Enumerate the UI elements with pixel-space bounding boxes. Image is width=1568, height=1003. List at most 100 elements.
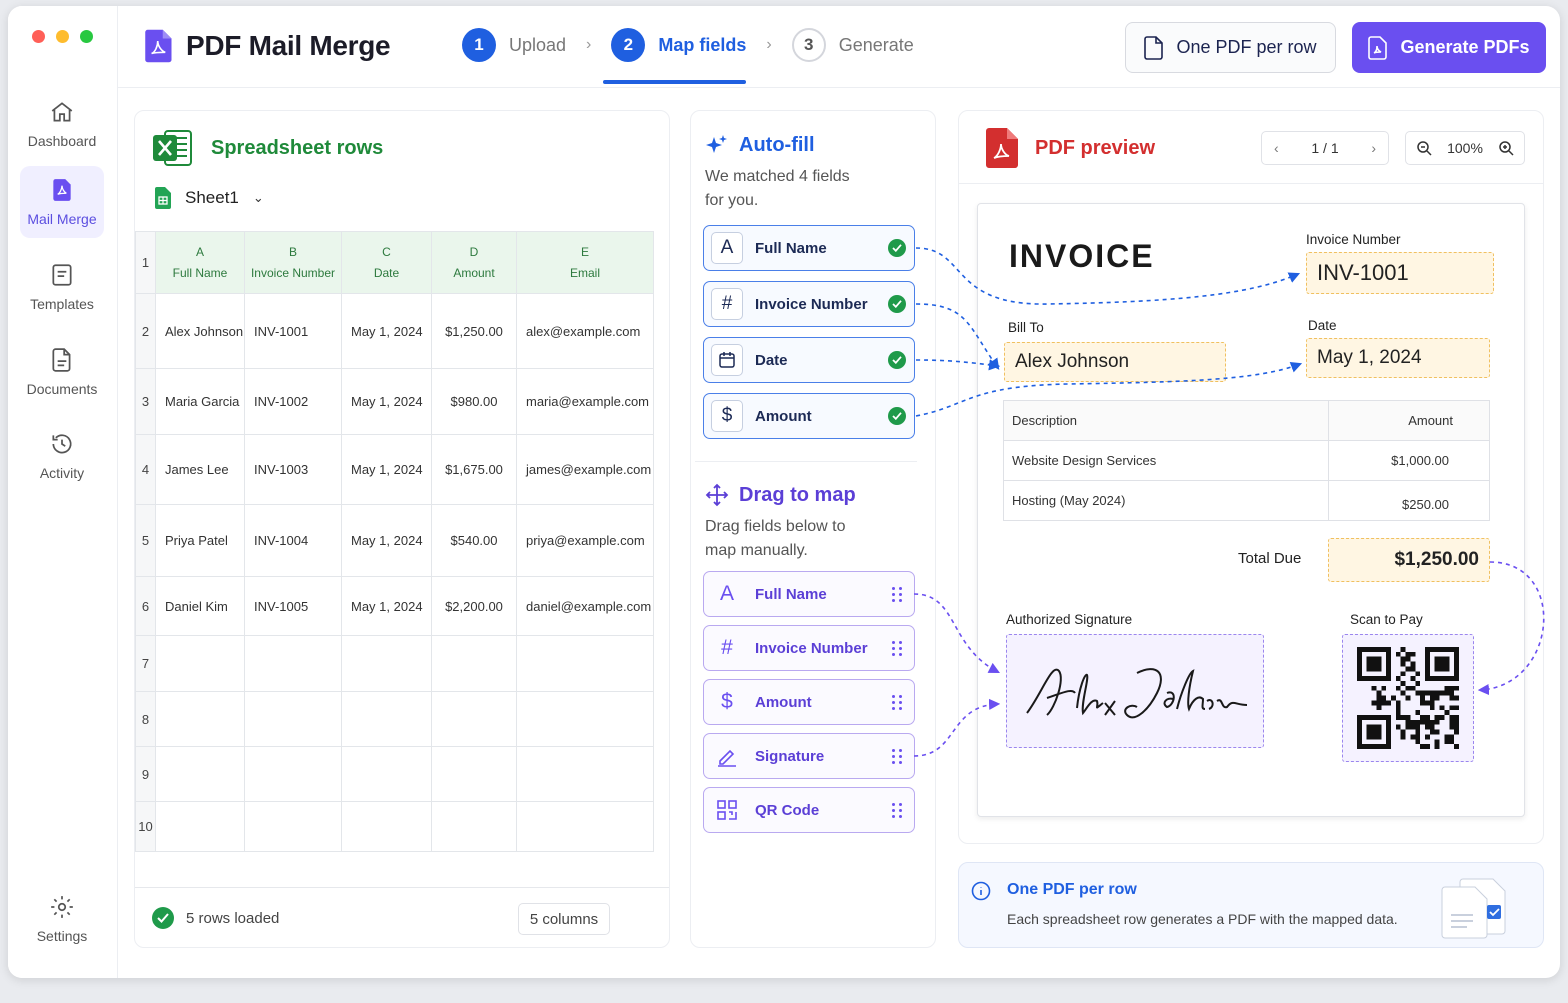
table-cell[interactable]: [155, 801, 245, 852]
nav-item-documents[interactable]: Documents: [20, 336, 104, 408]
table-cell[interactable]: [341, 746, 432, 802]
drag-field-invoice-number[interactable]: # Invoice Number: [703, 625, 915, 671]
maximize-window-button[interactable]: [80, 30, 93, 43]
table-cell[interactable]: INV-1003: [244, 434, 342, 505]
chevron-right-icon[interactable]: ›: [1371, 140, 1376, 156]
column-header[interactable]: D Amount: [431, 231, 517, 294]
sheet-selector[interactable]: Sheet1 ⌄: [155, 187, 264, 209]
autofill-field-date[interactable]: Date: [703, 337, 915, 383]
table-cell[interactable]: James Lee: [155, 434, 245, 505]
autofill-field-invoice-number[interactable]: # Invoice Number: [703, 281, 915, 327]
table-cell[interactable]: May 1, 2024: [341, 576, 432, 636]
table-cell[interactable]: [516, 635, 654, 692]
table-cell[interactable]: [431, 635, 517, 692]
table-cell[interactable]: [431, 801, 517, 852]
table-row[interactable]: 7: [135, 635, 654, 692]
table-cell[interactable]: [431, 691, 517, 747]
table-row[interactable]: 6 Daniel Kim INV-1005 May 1, 2024 $2,200…: [135, 576, 654, 636]
column-header[interactable]: C Date: [341, 231, 432, 294]
table-cell[interactable]: Priya Patel: [155, 504, 245, 577]
drag-field-signature[interactable]: Signature: [703, 733, 915, 779]
bill-to-placeholder[interactable]: Alex Johnson: [1004, 342, 1226, 382]
drag-handle-icon[interactable]: [892, 802, 902, 818]
table-cell[interactable]: james@example.com: [516, 434, 654, 505]
column-header[interactable]: E Email: [516, 231, 654, 294]
zoom-in-icon[interactable]: [1498, 140, 1514, 156]
field-caption: Scan to Pay: [1350, 612, 1423, 627]
table-cell[interactable]: [155, 691, 245, 747]
nav-item-mail-merge[interactable]: Mail Merge: [20, 166, 104, 238]
table-cell[interactable]: [244, 635, 342, 692]
column-header[interactable]: A Full Name: [155, 231, 245, 294]
table-cell[interactable]: [341, 635, 432, 692]
table-cell[interactable]: maria@example.com: [516, 368, 654, 435]
signature-placeholder[interactable]: [1006, 634, 1264, 748]
nav-item-activity[interactable]: Activity: [20, 420, 104, 492]
nav-item-dashboard[interactable]: Dashboard: [20, 88, 104, 160]
table-cell[interactable]: [516, 691, 654, 747]
step-generate[interactable]: 3 Generate: [791, 28, 914, 62]
table-cell[interactable]: [341, 691, 432, 747]
drag-handle-icon[interactable]: [892, 586, 902, 602]
step-map-fields[interactable]: 2 Map fields: [611, 28, 746, 62]
table-cell[interactable]: [244, 691, 342, 747]
drag-handle-icon[interactable]: [892, 748, 902, 764]
qr-code-placeholder[interactable]: [1342, 634, 1474, 762]
drag-field-qr-code[interactable]: QR Code: [703, 787, 915, 833]
table-cell[interactable]: INV-1002: [244, 368, 342, 435]
table-cell[interactable]: May 1, 2024: [341, 504, 432, 577]
nav-item-templates[interactable]: Templates: [20, 251, 104, 323]
table-cell[interactable]: [341, 801, 432, 852]
table-cell[interactable]: [244, 801, 342, 852]
generate-pdfs-button[interactable]: Generate PDFs: [1352, 22, 1546, 73]
table-cell[interactable]: May 1, 2024: [341, 293, 432, 369]
table-cell[interactable]: May 1, 2024: [341, 434, 432, 505]
close-window-button[interactable]: [32, 30, 45, 43]
table-cell[interactable]: $980.00: [431, 368, 517, 435]
table-cell[interactable]: $540.00: [431, 504, 517, 577]
table-cell[interactable]: [516, 801, 654, 852]
table-cell[interactable]: [155, 635, 245, 692]
autofill-field-full-name[interactable]: A Full Name: [703, 225, 915, 271]
minimize-window-button[interactable]: [56, 30, 69, 43]
nav-label: Mail Merge: [27, 211, 97, 227]
table-cell[interactable]: Daniel Kim: [155, 576, 245, 636]
invoice-number-placeholder[interactable]: INV-1001: [1306, 252, 1494, 294]
nav-item-settings[interactable]: Settings: [20, 883, 104, 955]
table-cell[interactable]: Maria Garcia: [155, 368, 245, 435]
one-pdf-per-row-button[interactable]: One PDF per row: [1125, 22, 1336, 73]
table-cell[interactable]: $2,200.00: [431, 576, 517, 636]
table-cell[interactable]: [516, 746, 654, 802]
table-cell[interactable]: INV-1004: [244, 504, 342, 577]
table-row[interactable]: 10: [135, 801, 654, 852]
table-row[interactable]: 4 James Lee INV-1003 May 1, 2024 $1,675.…: [135, 434, 654, 505]
table-cell[interactable]: May 1, 2024: [341, 368, 432, 435]
step-upload[interactable]: 1 Upload: [462, 28, 566, 62]
table-row[interactable]: 3 Maria Garcia INV-1002 May 1, 2024 $980…: [135, 368, 654, 435]
column-header[interactable]: B Invoice Number: [244, 231, 342, 294]
table-cell[interactable]: $1,250.00: [431, 293, 517, 369]
drag-handle-icon[interactable]: [892, 640, 902, 656]
table-cell[interactable]: [431, 746, 517, 802]
table-cell[interactable]: INV-1001: [244, 293, 342, 369]
table-row[interactable]: 5 Priya Patel INV-1004 May 1, 2024 $540.…: [135, 504, 654, 577]
zoom-out-icon[interactable]: [1416, 140, 1432, 156]
chevron-left-icon[interactable]: ‹: [1274, 140, 1279, 156]
table-cell[interactable]: priya@example.com: [516, 504, 654, 577]
table-cell[interactable]: [244, 746, 342, 802]
table-row[interactable]: 8: [135, 691, 654, 747]
drag-field-amount[interactable]: $ Amount: [703, 679, 915, 725]
table-cell[interactable]: INV-1005: [244, 576, 342, 636]
table-row[interactable]: 2 Alex Johnson INV-1001 May 1, 2024 $1,2…: [135, 293, 654, 369]
table-cell[interactable]: alex@example.com: [516, 293, 654, 369]
table-cell[interactable]: Alex Johnson: [155, 293, 245, 369]
table-cell[interactable]: daniel@example.com: [516, 576, 654, 636]
drag-handle-icon[interactable]: [892, 694, 902, 710]
table-cell[interactable]: [155, 746, 245, 802]
total-placeholder[interactable]: $1,250.00: [1328, 538, 1490, 582]
drag-field-full-name[interactable]: A Full Name: [703, 571, 915, 617]
autofill-field-amount[interactable]: $ Amount: [703, 393, 915, 439]
table-cell[interactable]: $1,675.00: [431, 434, 517, 505]
date-placeholder[interactable]: May 1, 2024: [1306, 338, 1490, 378]
table-row[interactable]: 9: [135, 746, 654, 802]
